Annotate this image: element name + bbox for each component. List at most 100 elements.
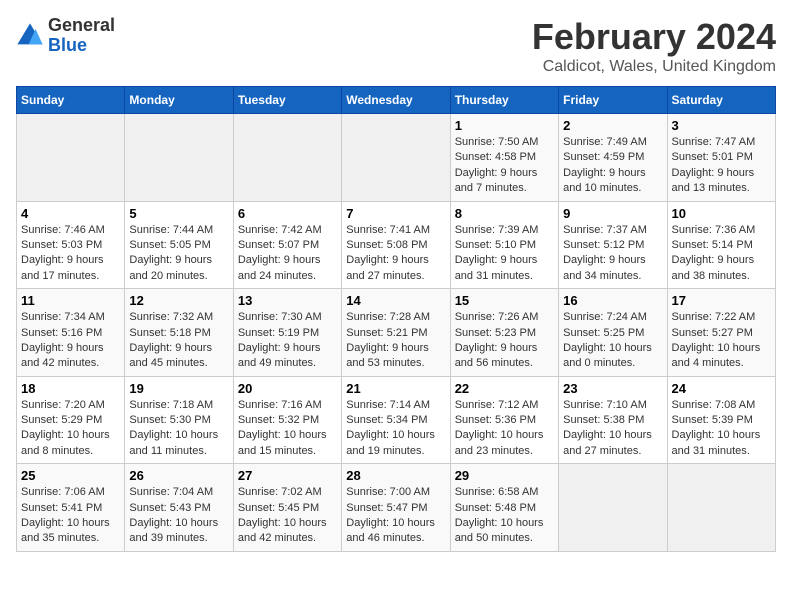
title-block: February 2024 Caldicot, Wales, United Ki… — [532, 16, 776, 76]
page-subtitle: Caldicot, Wales, United Kingdom — [532, 58, 776, 76]
day-number: 3 — [672, 118, 771, 133]
day-info: Sunrise: 7:08 AM Sunset: 5:39 PM Dayligh… — [672, 398, 771, 460]
day-info: Sunrise: 7:50 AM Sunset: 4:58 PM Dayligh… — [455, 135, 554, 197]
day-number: 29 — [455, 468, 554, 483]
day-number: 15 — [455, 293, 554, 308]
day-info: Sunrise: 7:39 AM Sunset: 5:10 PM Dayligh… — [455, 223, 554, 285]
day-number: 5 — [129, 206, 228, 221]
day-number: 18 — [21, 381, 120, 396]
day-cell — [342, 114, 450, 202]
day-number: 20 — [238, 381, 337, 396]
day-cell: 19Sunrise: 7:18 AM Sunset: 5:30 PM Dayli… — [125, 376, 233, 464]
header-cell-wednesday: Wednesday — [342, 87, 450, 114]
day-cell: 23 Sunrise: 7:10 AM Sunset: 5:38 PM Dayli… — [559, 376, 667, 464]
day-cell: 3 Sunrise: 7:47 AM Sunset: 5:01 PM Daylig… — [667, 114, 775, 202]
day-cell: 12 Sunrise: 7:32 AM Sunset: 5:18 PM Dayli… — [125, 289, 233, 377]
day-number: 7 — [346, 206, 445, 221]
day-cell: 5Sunrise: 7:44 AM Sunset: 5:05 PM Daylig… — [125, 201, 233, 289]
day-cell: 11Sunrise: 7:34 AM Sunset: 5:16 PM Dayli… — [17, 289, 125, 377]
day-number: 21 — [346, 381, 445, 396]
day-info: Sunrise: 7:04 AM Sunset: 5:43 PM Dayligh… — [129, 485, 228, 547]
calendar-table: SundayMondayTuesdayWednesdayThursdayFrid… — [16, 86, 776, 552]
day-number: 23 — [563, 381, 662, 396]
day-cell: 28 Sunrise: 7:00 AM Sunset: 5:47 PM Dayli… — [342, 464, 450, 552]
week-row-4: 18 Sunrise: 7:20 AM Sunset: 5:29 PM Dayli… — [17, 376, 776, 464]
day-cell — [559, 464, 667, 552]
logo-line1: General — [48, 16, 115, 36]
calendar-body: 1 Sunrise: 7:50 AM Sunset: 4:58 PM Daylig… — [17, 114, 776, 552]
day-cell: 26 Sunrise: 7:04 AM Sunset: 5:43 PM Dayli… — [125, 464, 233, 552]
day-info: Sunrise: 7:37 AM Sunset: 5:12 PM Dayligh… — [563, 223, 662, 285]
day-info: Sunrise: 7:49 AM Sunset: 4:59 PM Dayligh… — [563, 135, 662, 197]
day-info: Sunrise: 7:30 AM Sunset: 5:19 PM Dayligh… — [238, 310, 337, 372]
calendar-header: SundayMondayTuesdayWednesdayThursdayFrid… — [17, 87, 776, 114]
day-cell: 16Sunrise: 7:24 AM Sunset: 5:25 PM Dayli… — [559, 289, 667, 377]
day-cell: 6 Sunrise: 7:42 AM Sunset: 5:07 PM Daylig… — [233, 201, 341, 289]
week-row-3: 11Sunrise: 7:34 AM Sunset: 5:16 PM Dayli… — [17, 289, 776, 377]
day-info: Sunrise: 7:41 AM Sunset: 5:08 PM Dayligh… — [346, 223, 445, 285]
day-cell — [233, 114, 341, 202]
day-cell: 24 Sunrise: 7:08 AM Sunset: 5:39 PM Dayli… — [667, 376, 775, 464]
day-number: 22 — [455, 381, 554, 396]
day-number: 17 — [672, 293, 771, 308]
day-number: 16 — [563, 293, 662, 308]
day-number: 28 — [346, 468, 445, 483]
day-info: Sunrise: 7:00 AM Sunset: 5:47 PM Dayligh… — [346, 485, 445, 547]
day-number: 26 — [129, 468, 228, 483]
day-cell: 9 Sunrise: 7:37 AM Sunset: 5:12 PM Daylig… — [559, 201, 667, 289]
day-number: 6 — [238, 206, 337, 221]
day-info: Sunrise: 7:02 AM Sunset: 5:45 PM Dayligh… — [238, 485, 337, 547]
day-cell: 1 Sunrise: 7:50 AM Sunset: 4:58 PM Daylig… — [450, 114, 558, 202]
day-number: 8 — [455, 206, 554, 221]
day-cell: 25 Sunrise: 7:06 AM Sunset: 5:41 PM Dayli… — [17, 464, 125, 552]
day-info: Sunrise: 7:28 AM Sunset: 5:21 PM Dayligh… — [346, 310, 445, 372]
day-cell — [667, 464, 775, 552]
page-title: February 2024 — [532, 16, 776, 58]
day-info: Sunrise: 6:58 AM Sunset: 5:48 PM Dayligh… — [455, 485, 554, 547]
day-info: Sunrise: 7:36 AM Sunset: 5:14 PM Dayligh… — [672, 223, 771, 285]
day-number: 19 — [129, 381, 228, 396]
day-info: Sunrise: 7:16 AM Sunset: 5:32 PM Dayligh… — [238, 398, 337, 460]
day-cell: 29 Sunrise: 6:58 AM Sunset: 5:48 PM Dayli… — [450, 464, 558, 552]
day-cell: 21 Sunrise: 7:14 AM Sunset: 5:34 PM Dayli… — [342, 376, 450, 464]
day-number: 4 — [21, 206, 120, 221]
day-number: 9 — [563, 206, 662, 221]
day-cell — [125, 114, 233, 202]
day-cell — [17, 114, 125, 202]
logo-icon — [16, 22, 44, 50]
day-cell: 13 Sunrise: 7:30 AM Sunset: 5:19 PM Dayli… — [233, 289, 341, 377]
day-info: Sunrise: 7:06 AM Sunset: 5:41 PM Dayligh… — [21, 485, 120, 547]
day-number: 2 — [563, 118, 662, 133]
day-cell: 15 Sunrise: 7:26 AM Sunset: 5:23 PM Dayli… — [450, 289, 558, 377]
day-info: Sunrise: 7:14 AM Sunset: 5:34 PM Dayligh… — [346, 398, 445, 460]
day-number: 13 — [238, 293, 337, 308]
header-cell-friday: Friday — [559, 87, 667, 114]
day-cell: 4Sunrise: 7:46 AM Sunset: 5:03 PM Daylig… — [17, 201, 125, 289]
day-info: Sunrise: 7:47 AM Sunset: 5:01 PM Dayligh… — [672, 135, 771, 197]
header-cell-thursday: Thursday — [450, 87, 558, 114]
day-info: Sunrise: 7:22 AM Sunset: 5:27 PM Dayligh… — [672, 310, 771, 372]
week-row-5: 25 Sunrise: 7:06 AM Sunset: 5:41 PM Dayli… — [17, 464, 776, 552]
header: General Blue February 2024 Caldicot, Wal… — [16, 16, 776, 76]
day-cell: 17 Sunrise: 7:22 AM Sunset: 5:27 PM Dayli… — [667, 289, 775, 377]
day-info: Sunrise: 7:20 AM Sunset: 5:29 PM Dayligh… — [21, 398, 120, 460]
week-row-2: 4Sunrise: 7:46 AM Sunset: 5:03 PM Daylig… — [17, 201, 776, 289]
header-cell-monday: Monday — [125, 87, 233, 114]
day-number: 25 — [21, 468, 120, 483]
day-info: Sunrise: 7:10 AM Sunset: 5:38 PM Dayligh… — [563, 398, 662, 460]
day-info: Sunrise: 7:26 AM Sunset: 5:23 PM Dayligh… — [455, 310, 554, 372]
header-cell-sunday: Sunday — [17, 87, 125, 114]
day-info: Sunrise: 7:32 AM Sunset: 5:18 PM Dayligh… — [129, 310, 228, 372]
day-number: 27 — [238, 468, 337, 483]
day-cell: 2 Sunrise: 7:49 AM Sunset: 4:59 PM Daylig… — [559, 114, 667, 202]
day-number: 11 — [21, 293, 120, 308]
day-number: 10 — [672, 206, 771, 221]
day-number: 24 — [672, 381, 771, 396]
logo-line2: Blue — [48, 36, 115, 56]
day-number: 12 — [129, 293, 228, 308]
day-info: Sunrise: 7:42 AM Sunset: 5:07 PM Dayligh… — [238, 223, 337, 285]
day-number: 1 — [455, 118, 554, 133]
day-cell: 27 Sunrise: 7:02 AM Sunset: 5:45 PM Dayli… — [233, 464, 341, 552]
day-number: 14 — [346, 293, 445, 308]
day-cell: 20 Sunrise: 7:16 AM Sunset: 5:32 PM Dayli… — [233, 376, 341, 464]
